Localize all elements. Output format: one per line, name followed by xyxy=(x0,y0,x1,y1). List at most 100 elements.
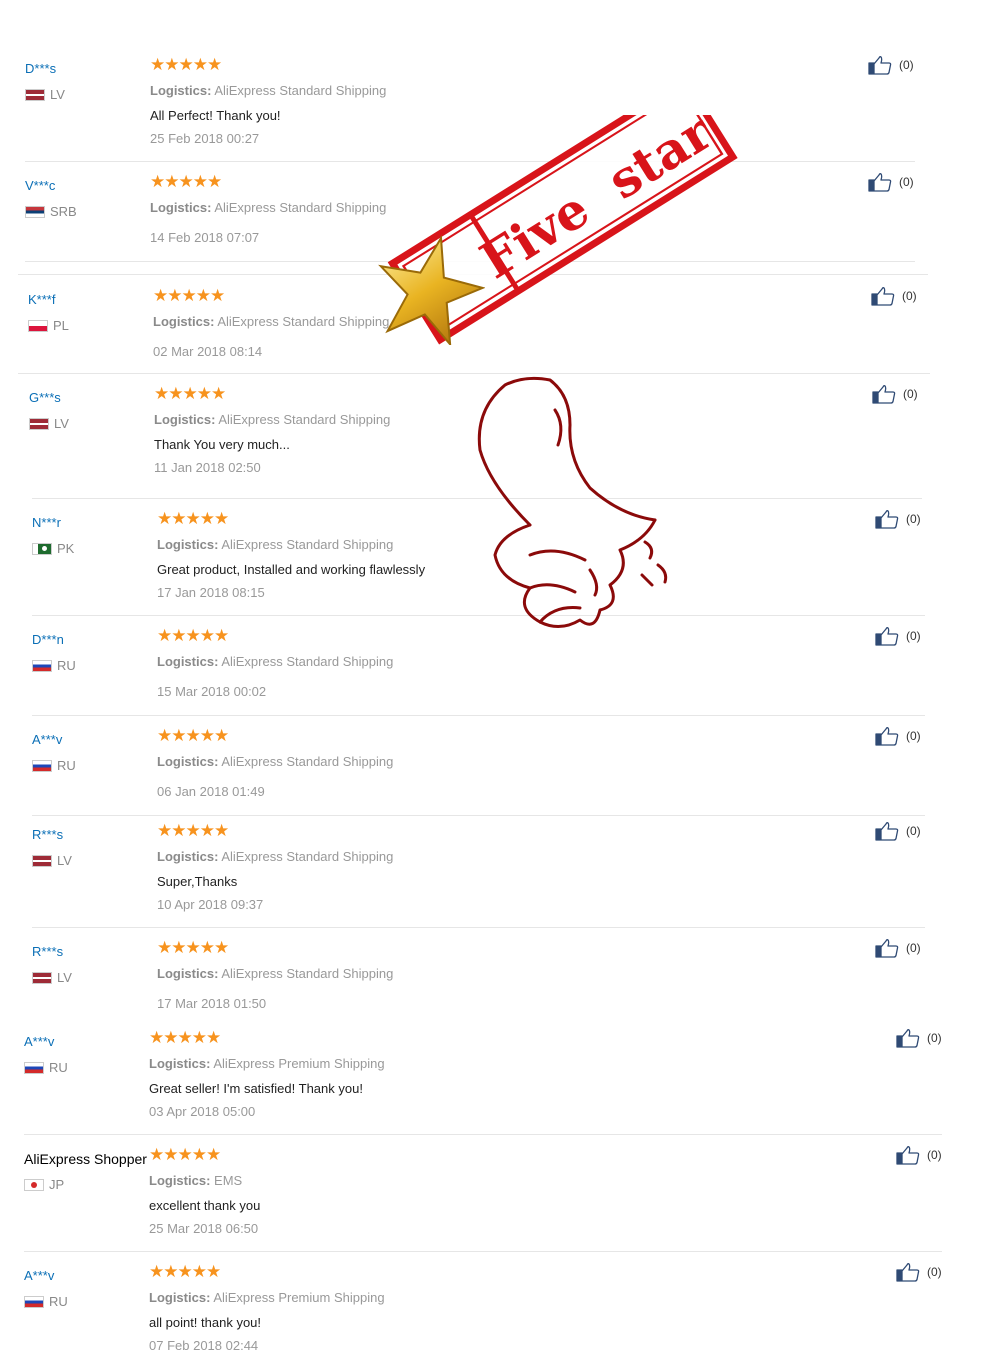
reviewer-name-link[interactable]: D***n xyxy=(32,632,64,647)
reviewer-name-link[interactable]: K***f xyxy=(28,292,55,307)
divider xyxy=(32,715,925,716)
logistics-line: Logistics: AliExpress Standard Shipping xyxy=(157,654,393,669)
review-item: D***n RU ★★★★★ Logistics: AliExpress Sta… xyxy=(32,626,932,712)
reviewer-country: LV xyxy=(25,87,65,102)
star-rating: ★★★★★ xyxy=(150,172,222,192)
star-rating: ★★★★★ xyxy=(157,821,229,841)
flag-jp-icon xyxy=(24,1178,44,1191)
review-item: A***v RU ★★★★★ Logistics: AliExpress Pre… xyxy=(24,1028,944,1124)
thumbs-up-icon xyxy=(875,727,899,746)
reviewer-name-link[interactable]: R***s xyxy=(32,944,63,959)
logistics-value: AliExpress Standard Shipping xyxy=(221,849,394,864)
divider xyxy=(18,274,928,275)
review-item: A***v RU ★★★★★ Logistics: AliExpress Pre… xyxy=(24,1262,944,1356)
country-code: JP xyxy=(49,1177,65,1192)
star-rating: ★★★★★ xyxy=(157,626,229,646)
divider xyxy=(32,615,925,616)
helpful-button[interactable]: (0) xyxy=(875,509,921,529)
helpful-count: (0) xyxy=(927,1265,942,1279)
country-code: RU xyxy=(49,1060,68,1075)
divider xyxy=(32,927,925,928)
reviewer-name-link[interactable]: A***v xyxy=(24,1268,54,1283)
review-item: N***r PK ★★★★★ Logistics: AliExpress Sta… xyxy=(32,509,932,605)
reviewer-name-link[interactable]: A***v xyxy=(32,732,62,747)
logistics-line: Logistics: AliExpress Standard Shipping xyxy=(157,966,393,981)
helpful-count: (0) xyxy=(906,941,921,955)
reviewer-name-link[interactable]: G***s xyxy=(29,390,61,405)
country-code: SRB xyxy=(50,204,77,219)
review-comment: Great seller! I'm satisfied! Thank you! xyxy=(149,1081,363,1096)
review-item: G***s LV ★★★★★ Logistics: AliExpress Sta… xyxy=(29,384,929,480)
helpful-button[interactable]: (0) xyxy=(896,1145,942,1165)
helpful-button[interactable]: (0) xyxy=(875,726,921,746)
thumbs-up-icon xyxy=(868,56,892,75)
helpful-button[interactable]: (0) xyxy=(875,626,921,646)
logistics-value: AliExpress Premium Shipping xyxy=(213,1290,385,1305)
review-item: R***s LV ★★★★★ Logistics: AliExpress Sta… xyxy=(32,938,932,1024)
logistics-line: Logistics: AliExpress Standard Shipping xyxy=(157,754,393,769)
flag-pk-icon xyxy=(32,542,52,555)
review-comment: all point! thank you! xyxy=(149,1315,262,1330)
reviewer-country: PL xyxy=(28,318,69,333)
logistics-line: Logistics: AliExpress Premium Shipping xyxy=(149,1290,385,1305)
divider xyxy=(24,1134,942,1135)
helpful-count: (0) xyxy=(927,1148,942,1162)
country-code: RU xyxy=(49,1294,68,1309)
review-date: 15 Mar 2018 00:02 xyxy=(157,684,267,699)
logistics-label: Logistics: xyxy=(150,83,212,98)
helpful-count: (0) xyxy=(927,1031,942,1045)
flag-srb-icon xyxy=(25,205,45,218)
thumbs-up-icon xyxy=(896,1146,920,1165)
star-rating: ★★★★★ xyxy=(149,1262,221,1282)
helpful-count: (0) xyxy=(902,289,917,303)
logistics-value: AliExpress Standard Shipping xyxy=(218,412,391,427)
logistics-label: Logistics: xyxy=(149,1290,211,1305)
flag-lv-icon xyxy=(32,971,52,984)
logistics-value: AliExpress Standard Shipping xyxy=(221,654,394,669)
logistics-label: Logistics: xyxy=(157,849,219,864)
helpful-count: (0) xyxy=(903,387,918,401)
helpful-button[interactable]: (0) xyxy=(868,55,914,75)
flag-ru-icon xyxy=(24,1295,44,1308)
divider xyxy=(25,161,915,162)
review-date: 07 Feb 2018 02:44 xyxy=(149,1338,259,1353)
review-date: 14 Feb 2018 07:07 xyxy=(150,230,260,245)
thumbs-up-icon xyxy=(875,939,899,958)
reviewer-name-link[interactable]: D***s xyxy=(25,61,56,76)
country-code: PL xyxy=(53,318,69,333)
helpful-button[interactable]: (0) xyxy=(896,1262,942,1282)
star-rating: ★★★★★ xyxy=(154,384,226,404)
logistics-line: Logistics: AliExpress Standard Shipping xyxy=(150,200,386,215)
review-item: R***s LV ★★★★★ Logistics: AliExpress Sta… xyxy=(32,821,932,917)
review-date: 25 Feb 2018 00:27 xyxy=(150,131,260,146)
thumbs-up-icon xyxy=(875,822,899,841)
reviewer-country: PK xyxy=(32,541,74,556)
thumbs-up-icon xyxy=(896,1263,920,1282)
reviewer-country: RU xyxy=(32,758,76,773)
flag-lv-icon xyxy=(29,417,49,430)
reviewer-name-link[interactable]: R***s xyxy=(32,827,63,842)
helpful-button[interactable]: (0) xyxy=(896,1028,942,1048)
thumbs-up-icon xyxy=(868,173,892,192)
review-date: 11 Jan 2018 02:50 xyxy=(154,460,261,475)
logistics-value: EMS xyxy=(214,1173,243,1188)
logistics-label: Logistics: xyxy=(157,966,219,981)
logistics-label: Logistics: xyxy=(149,1173,211,1188)
review-item: A***v RU ★★★★★ Logistics: AliExpress Sta… xyxy=(32,726,932,812)
country-code: RU xyxy=(57,658,76,673)
review-comment: Super,Thanks xyxy=(157,874,238,889)
helpful-button[interactable]: (0) xyxy=(868,172,914,192)
review-comment: Thank You very much... xyxy=(154,437,290,452)
reviewer-name-link[interactable]: V***c xyxy=(25,178,55,193)
reviewer-country: SRB xyxy=(25,204,77,219)
reviewer-name-link[interactable]: A***v xyxy=(24,1034,54,1049)
logistics-line: Logistics: AliExpress Standard Shipping xyxy=(154,412,390,427)
logistics-label: Logistics: xyxy=(149,1056,211,1071)
helpful-button[interactable]: (0) xyxy=(872,384,918,404)
logistics-value: AliExpress Premium Shipping xyxy=(213,1056,385,1071)
helpful-button[interactable]: (0) xyxy=(875,821,921,841)
review-date: 02 Mar 2018 08:14 xyxy=(153,344,263,359)
reviewer-name-link[interactable]: N***r xyxy=(32,515,61,530)
helpful-button[interactable]: (0) xyxy=(875,938,921,958)
helpful-button[interactable]: (0) xyxy=(871,286,917,306)
